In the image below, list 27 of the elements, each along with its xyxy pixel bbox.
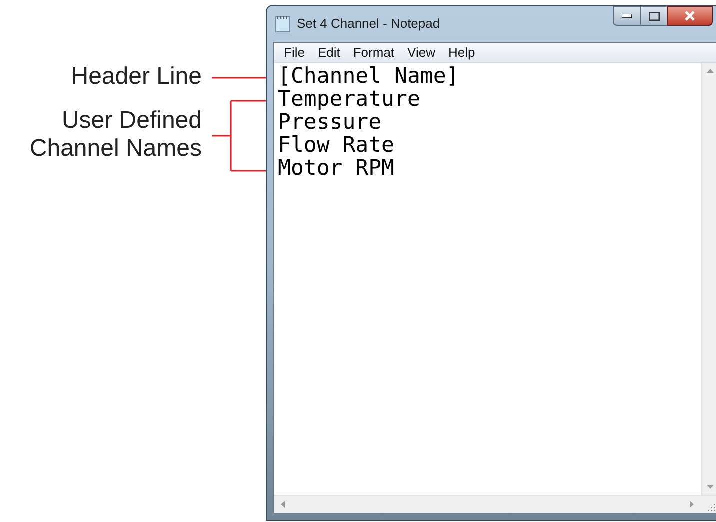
close-icon (685, 11, 695, 21)
horizontal-scrollbar[interactable] (274, 496, 701, 513)
minimize-button[interactable] (613, 6, 641, 26)
annotation-label: User Defined Channel Names (28, 107, 202, 163)
close-button[interactable] (667, 6, 713, 26)
text-line: [Channel Name] (278, 65, 460, 88)
text-line: Motor RPM (278, 157, 396, 180)
minimize-icon (622, 14, 632, 18)
text-line: Pressure (278, 111, 382, 134)
menu-item[interactable]: File (278, 44, 311, 62)
up-arrow-icon[interactable] (706, 69, 714, 73)
maximize-button[interactable] (641, 6, 667, 26)
menu-item[interactable]: View (402, 44, 442, 62)
menu-item[interactable]: Format (347, 44, 401, 62)
window-title: Set 4 Channel - Notepad (297, 15, 440, 34)
notepad-icon (275, 15, 291, 33)
left-arrow-icon[interactable] (281, 501, 285, 508)
text-line: Temperature (278, 88, 422, 111)
maximize-icon (648, 12, 660, 20)
down-arrow-icon[interactable] (706, 485, 714, 489)
menu-item[interactable]: Help (442, 44, 482, 62)
annotation-label: Header Line (71, 63, 202, 91)
text-line: Flow Rate (278, 134, 396, 157)
resize-grip-icon[interactable] (708, 503, 716, 511)
right-arrow-icon[interactable] (690, 501, 694, 508)
vertical-scrollbar[interactable] (701, 63, 716, 495)
menu-item[interactable]: Edit (312, 44, 346, 62)
